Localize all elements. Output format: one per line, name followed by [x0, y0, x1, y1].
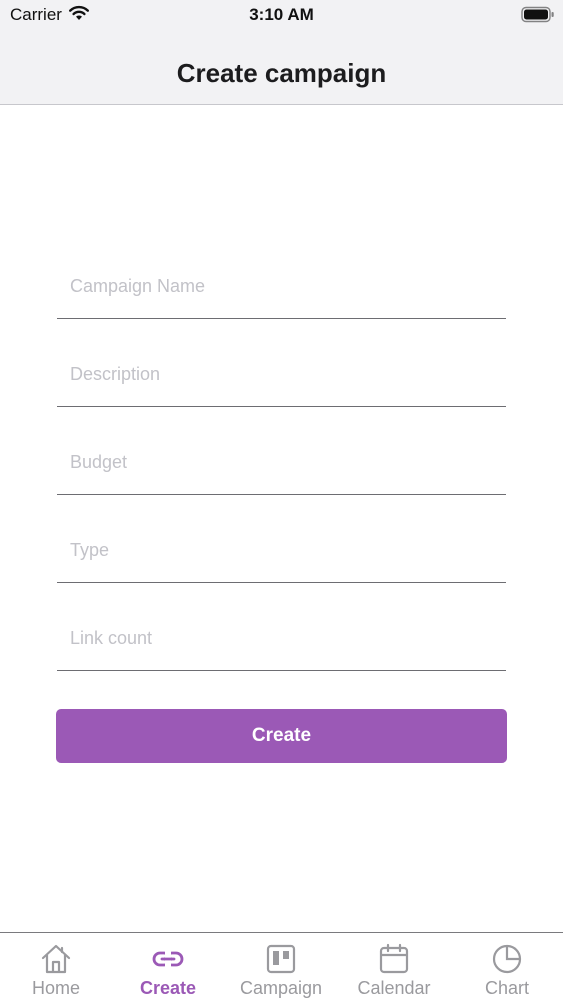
battery-icon — [521, 6, 555, 28]
tab-chart[interactable]: Chart — [451, 933, 563, 1001]
board-icon — [265, 943, 297, 975]
home-icon — [40, 943, 72, 975]
calendar-icon — [378, 943, 410, 975]
campaign-name-input[interactable] — [70, 276, 490, 297]
tab-create-label: Create — [139, 978, 197, 998]
tab-chart-label: Chart — [484, 978, 529, 998]
navigation-bar: Create campaign — [0, 30, 563, 105]
status-bar: Carrier 3:10 AM — [0, 0, 563, 30]
description-input[interactable] — [70, 364, 490, 385]
link-count-input[interactable] — [70, 628, 490, 649]
tab-calendar[interactable]: Calendar — [338, 933, 450, 1001]
create-button[interactable]: Create — [56, 709, 507, 763]
budget-field — [57, 436, 506, 495]
pie-chart-icon — [491, 943, 523, 975]
type-field — [57, 524, 506, 583]
tab-home-label: Home — [31, 978, 80, 998]
tab-bar: Home Create Campaign Calendar Chart — [0, 932, 563, 1001]
tab-calendar-label: Calendar — [357, 978, 431, 998]
budget-input[interactable] — [70, 452, 490, 473]
tab-campaign[interactable]: Campaign — [225, 933, 337, 1001]
type-input[interactable] — [70, 540, 490, 561]
campaign-name-field — [57, 260, 506, 319]
tab-campaign-label: Campaign — [239, 978, 323, 998]
status-time: 3:10 AM — [249, 5, 314, 24]
link-count-field — [57, 612, 506, 671]
create-campaign-form — [57, 260, 506, 700]
page-title: Create campaign — [176, 58, 387, 88]
description-field — [57, 348, 506, 407]
tab-home[interactable]: Home — [0, 933, 112, 1001]
tab-create[interactable]: Create — [112, 933, 224, 1001]
link-icon — [152, 943, 184, 975]
